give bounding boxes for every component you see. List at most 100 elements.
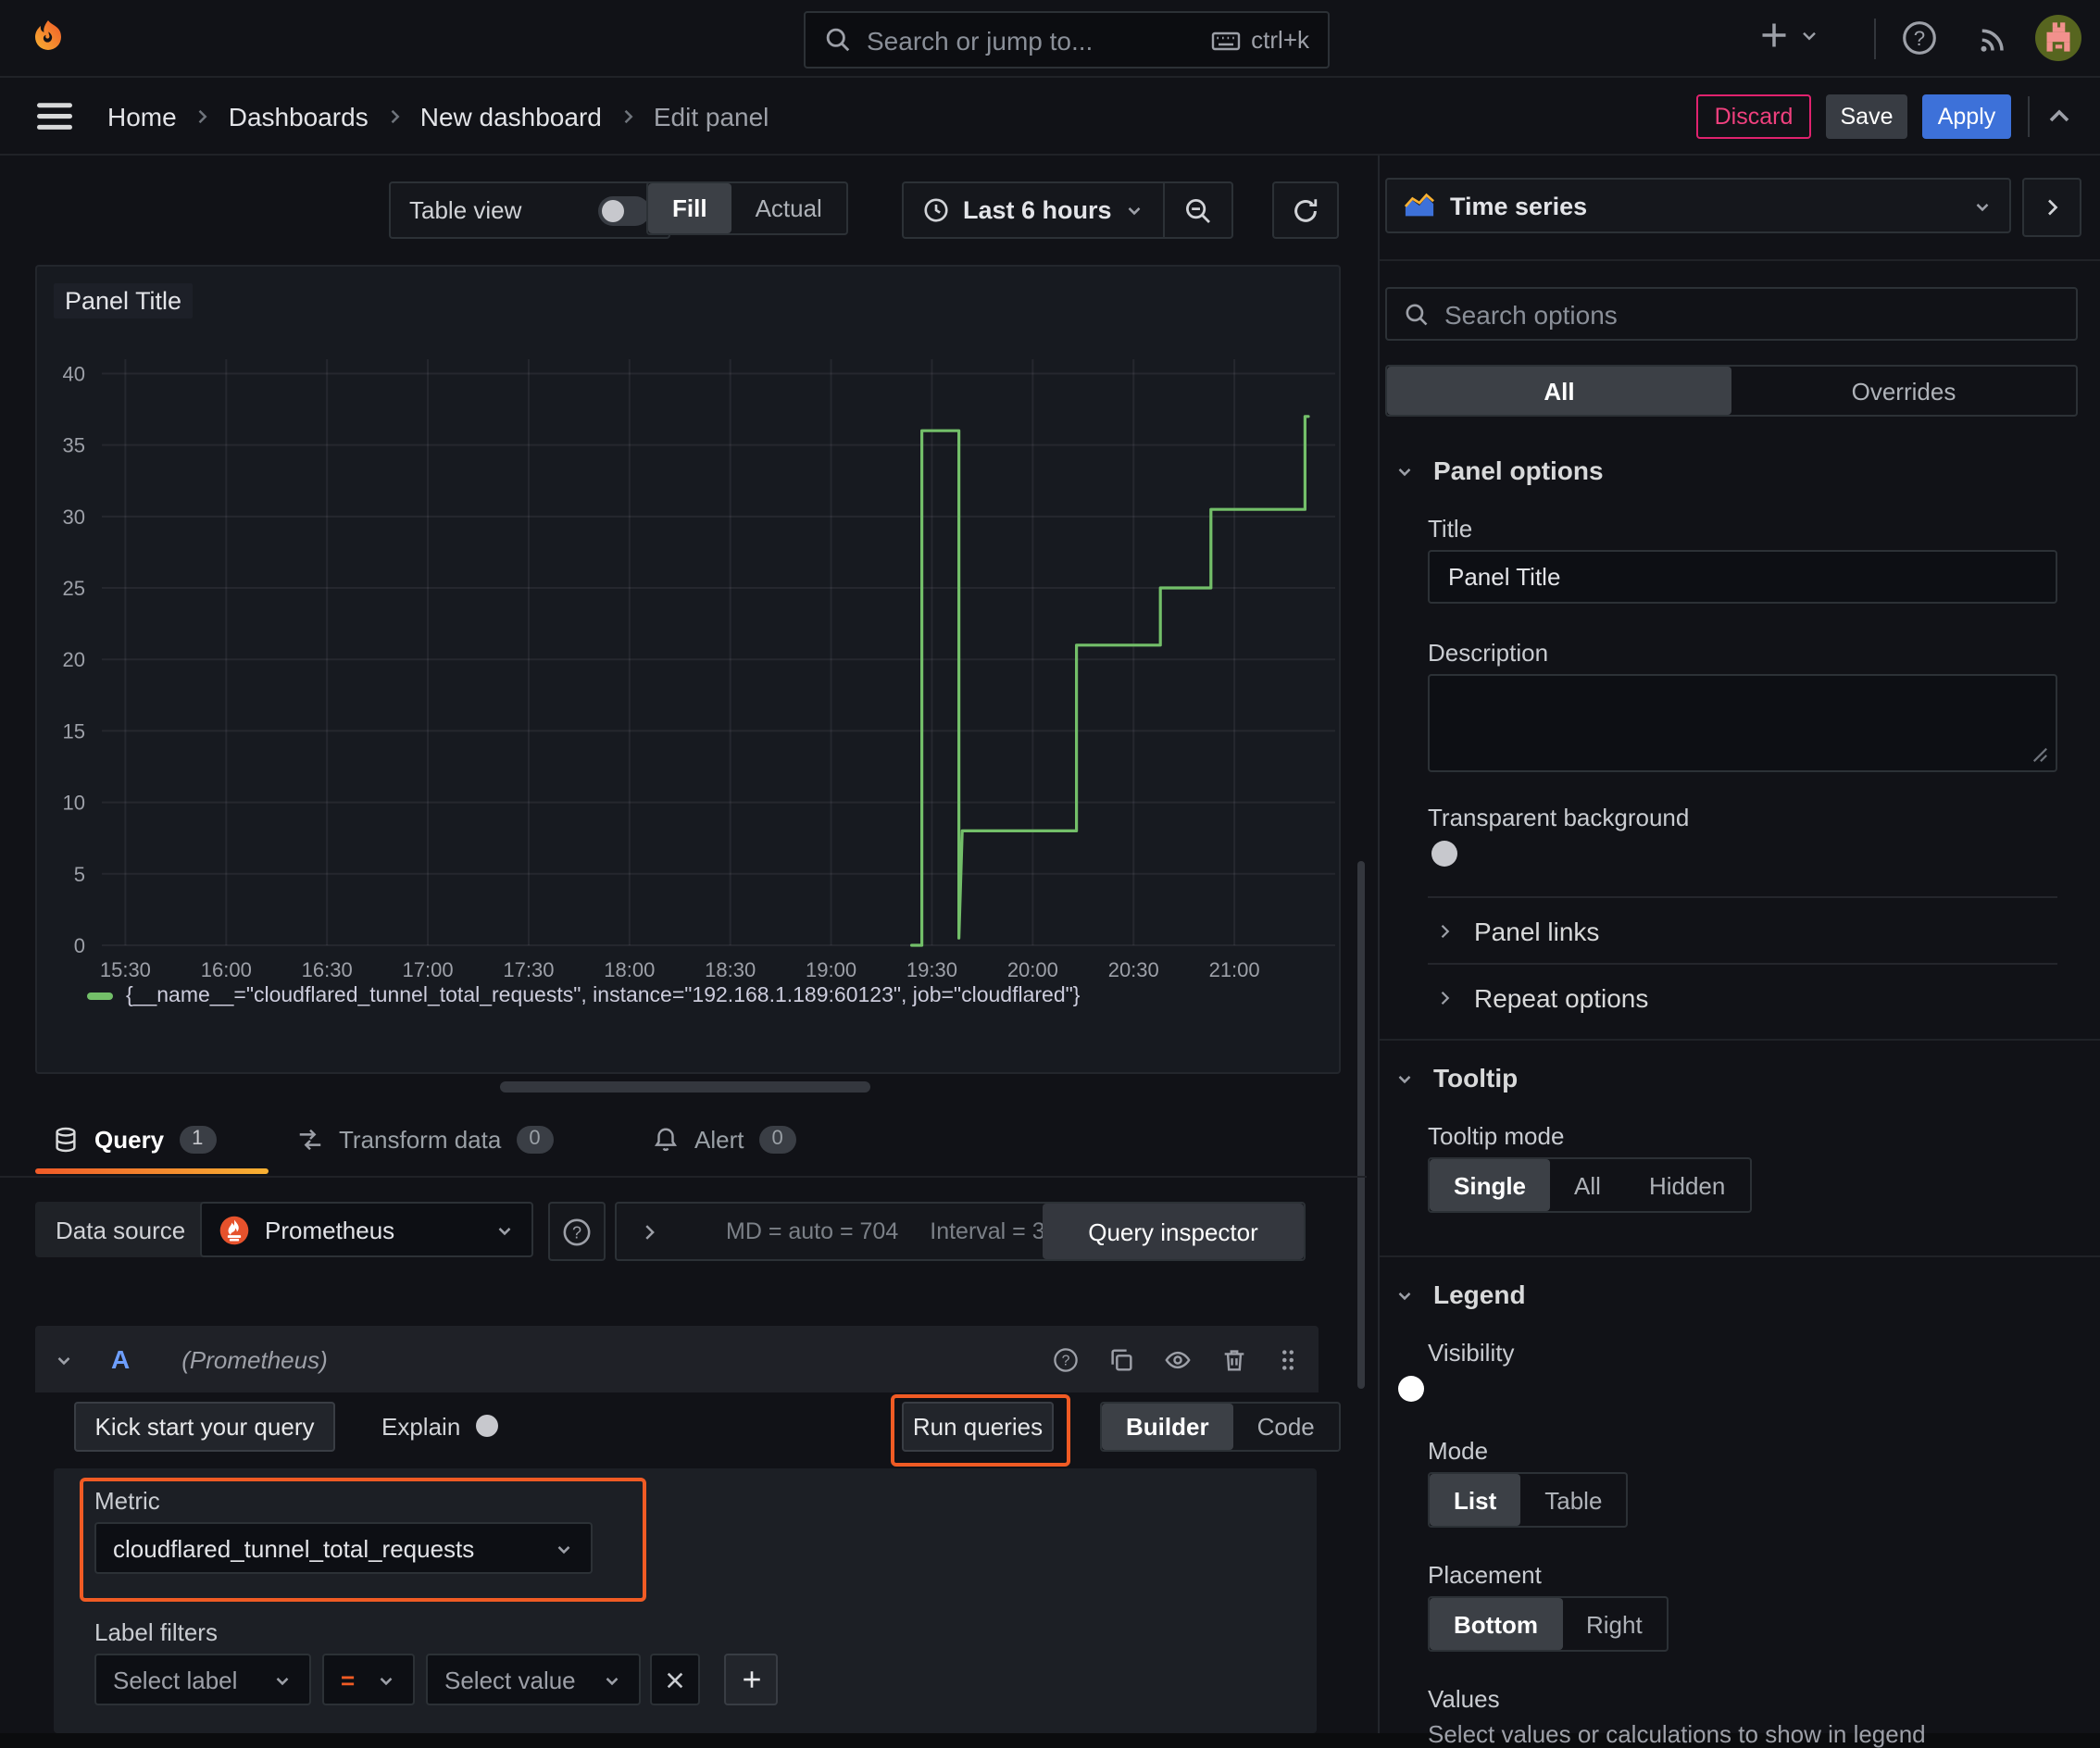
legend-mode-table[interactable]: Table	[1520, 1474, 1626, 1526]
legend-values-hint: Select values or calculations to show in…	[1428, 1720, 1926, 1748]
svg-text:19:00: 19:00	[806, 958, 856, 981]
chevron-right-icon	[385, 107, 404, 126]
section-legend[interactable]: Legend	[1394, 1280, 1526, 1309]
fit-actual-option[interactable]: Actual	[731, 183, 846, 233]
add-menu-button[interactable]	[1756, 17, 1820, 54]
filter-operator-select[interactable]: =	[322, 1654, 415, 1705]
apply-button[interactable]: Apply	[1922, 94, 2011, 139]
options-tab-all[interactable]: All	[1387, 367, 1731, 415]
save-button[interactable]: Save	[1826, 94, 1907, 139]
collapse-pane-button[interactable]	[2022, 178, 2081, 237]
datasource-picker[interactable]: Prometheus	[200, 1202, 533, 1257]
news-rss-icon[interactable]	[1974, 20, 2011, 57]
breadcrumb: Home Dashboards New dashboard Edit panel	[107, 78, 769, 156]
table-view-toggle[interactable]	[598, 195, 650, 225]
drag-handle-icon[interactable]	[1276, 1345, 1300, 1373]
fit-fill-option[interactable]: Fill	[648, 183, 731, 233]
avatar[interactable]	[2035, 15, 2081, 61]
tooltip-mode-hidden[interactable]: Hidden	[1625, 1159, 1749, 1211]
description-field-label: Description	[1428, 639, 1549, 667]
svg-text:18:30: 18:30	[705, 958, 756, 981]
options-tab-overrides[interactable]: Overrides	[1731, 367, 2076, 415]
legend-placement-label: Placement	[1428, 1561, 1542, 1589]
grafana-logo-icon[interactable]	[26, 17, 70, 61]
query-inspector-button[interactable]: Query inspector	[1043, 1204, 1304, 1259]
breadcrumb-dashboards[interactable]: Dashboards	[229, 102, 369, 131]
run-queries-button[interactable]: Run queries	[902, 1402, 1054, 1452]
add-filter-button[interactable]	[724, 1654, 778, 1705]
section-divider	[1380, 1255, 2100, 1257]
legend-placement-bottom[interactable]: Bottom	[1430, 1598, 1562, 1650]
section-tooltip[interactable]: Tooltip	[1394, 1063, 1518, 1092]
description-textarea[interactable]	[1428, 674, 2057, 772]
zoom-out-button[interactable]	[1163, 183, 1232, 237]
query-help-icon[interactable]: ?	[1052, 1345, 1080, 1373]
expand-options-icon[interactable]	[639, 1221, 659, 1242]
horizontal-scrollbar-thumb[interactable]	[500, 1081, 870, 1092]
legend-mode-list[interactable]: List	[1430, 1474, 1521, 1526]
tooltip-mode-single[interactable]: Single	[1430, 1159, 1551, 1211]
menu-toggle-icon[interactable]	[37, 102, 72, 131]
discard-button[interactable]: Discard	[1696, 94, 1811, 139]
query-ref-id[interactable]: A	[111, 1344, 130, 1374]
explain-label: Explain	[381, 1413, 461, 1441]
remove-filter-button[interactable]	[650, 1654, 700, 1705]
section-panel-options[interactable]: Panel options	[1394, 456, 1604, 485]
datasource-help-button[interactable]: ?	[548, 1202, 606, 1261]
global-search[interactable]: Search or jump to... ctrl+k	[804, 11, 1330, 69]
filter-value-placeholder: Select value	[444, 1666, 576, 1693]
resize-handle-icon[interactable]	[2031, 746, 2048, 763]
time-range-label: Last 6 hours	[963, 196, 1112, 224]
editor-mode-builder[interactable]: Builder	[1102, 1404, 1233, 1450]
filter-label-select[interactable]: Select label	[94, 1654, 311, 1705]
chevron-down-icon	[1798, 24, 1820, 46]
svg-text:30: 30	[63, 506, 85, 529]
kick-start-query-button[interactable]: Kick start your query	[74, 1402, 335, 1452]
query-tab-bar: Query 1 Transform data 0 Alert 0	[0, 1105, 1367, 1178]
toggle-visibility-icon[interactable]	[1163, 1345, 1193, 1373]
help-icon[interactable]: ?	[1900, 19, 1939, 57]
grafana-edit-panel: Search or jump to... ctrl+k ? Home Dashb…	[0, 0, 2100, 1748]
legend-placement-right[interactable]: Right	[1562, 1598, 1667, 1650]
metric-label: Metric	[94, 1487, 160, 1515]
tab-query-count: 1	[179, 1125, 217, 1153]
search-options-input[interactable]: Search options	[1385, 287, 2078, 341]
section-panel-options-title: Panel options	[1433, 456, 1604, 485]
query-options-group: MD = auto = 704 Interval = 30s Query ins…	[615, 1202, 1306, 1261]
chevron-right-icon	[194, 107, 212, 126]
legend-values-label: Values	[1428, 1685, 1500, 1713]
time-range-picker[interactable]: Last 6 hours	[904, 183, 1164, 237]
editor-mode-code[interactable]: Code	[1233, 1404, 1339, 1450]
title-field-input[interactable]: Panel Title	[1428, 550, 2057, 604]
svg-text:17:00: 17:00	[403, 958, 454, 981]
metric-select[interactable]: cloudflared_tunnel_total_requests	[94, 1522, 593, 1574]
timeseries-chart[interactable]: 0 5 10 15 20 25 30 35 40 15:30 16:00 16:30 17:00 17:3…	[37, 267, 1339, 1072]
chart-legend[interactable]: {__name__="cloudflared_tunnel_total_requ…	[87, 985, 1080, 1007]
collapse-up-icon[interactable]	[2044, 102, 2074, 131]
viz-picker[interactable]: Time series	[1385, 178, 2011, 233]
duplicate-query-icon[interactable]	[1107, 1345, 1135, 1373]
chevron-down-icon[interactable]	[54, 1349, 74, 1369]
svg-text:35: 35	[63, 434, 85, 457]
section-panel-links[interactable]: Panel links	[1435, 907, 1599, 955]
svg-text:40: 40	[63, 362, 85, 385]
delete-query-icon[interactable]	[1220, 1345, 1248, 1373]
keyboard-icon	[1210, 27, 1240, 53]
topbar-divider	[1874, 19, 1876, 59]
chevron-down-icon	[1125, 200, 1145, 220]
filter-value-select[interactable]: Select value	[426, 1654, 641, 1705]
breadcrumb-home[interactable]: Home	[107, 102, 177, 131]
breadcrumb-new-dashboard[interactable]: New dashboard	[420, 102, 602, 131]
svg-text:16:30: 16:30	[302, 958, 353, 981]
tooltip-mode-all[interactable]: All	[1550, 1159, 1625, 1211]
database-icon	[52, 1125, 80, 1153]
search-options-placeholder: Search options	[1444, 299, 1618, 329]
tab-transform[interactable]: Transform data 0	[296, 1105, 554, 1172]
section-repeat-options[interactable]: Repeat options	[1435, 974, 1648, 1022]
refresh-button[interactable]	[1272, 181, 1339, 239]
top-bar: Search or jump to... ctrl+k ?	[0, 0, 2100, 78]
query-row-header[interactable]: A (Prometheus) ?	[35, 1326, 1319, 1392]
tab-query[interactable]: Query 1	[52, 1105, 217, 1172]
chevron-down-icon	[1394, 1068, 1415, 1088]
tab-alert[interactable]: Alert 0	[652, 1105, 796, 1172]
